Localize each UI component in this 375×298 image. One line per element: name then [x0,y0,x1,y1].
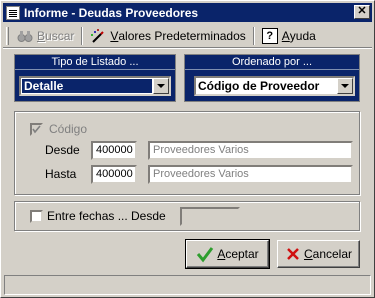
help-button[interactable]: ? Ayuda [258,26,320,46]
code-range-group: Código Desde 400000 Proveedores Varios H… [14,111,360,195]
list-type-panel: Tipo de Listado ... Detalle [14,54,176,102]
date-range-label: Entre fechas ... [47,209,128,223]
accept-mnemonic: A [217,247,226,261]
list-type-select[interactable]: Detalle [19,76,171,96]
toolbar-grip [6,26,9,45]
window-title: Informe - Deudas Proveedores [24,5,199,20]
wand-icon [91,28,105,43]
date-from-label: Desde [131,209,166,223]
chevron-down-icon[interactable] [153,78,169,94]
list-type-header: Tipo de Listado ... [15,55,175,70]
to-label: Hasta [45,167,77,181]
date-range-checkbox[interactable] [30,210,43,223]
binoculars-icon [17,30,33,42]
order-by-panel: Ordenado por ... Código de Proveedor [184,54,360,102]
list-type-value: Detalle [22,79,152,93]
search-button-mnemonic: B [37,28,46,43]
order-by-header: Ordenado por ... [185,55,359,70]
code-label: Código [49,122,88,136]
document-icon [6,5,20,20]
date-range-group: Entre fechas ... Desde [14,201,360,231]
order-by-value: Código de Proveedor [198,79,320,93]
help-label: yuda [289,28,316,43]
checkmark-icon [197,247,214,263]
toolbar-separator [252,26,255,45]
search-button-label: uscar [45,28,75,43]
accept-button[interactable]: Aceptar [185,239,270,269]
help-icon: ? [261,27,278,44]
cancel-button[interactable]: Cancelar [277,240,360,268]
default-values-label: alores Predeterminados [118,28,246,43]
x-icon [287,248,299,260]
chevron-down-icon[interactable] [337,78,353,94]
order-by-select[interactable]: Código de Proveedor [194,76,355,96]
cancel-label: ancelar [312,247,353,261]
from-supplier-name: Proveedores Varios [148,141,353,160]
date-from-input[interactable] [180,207,240,226]
default-values-mnemonic: V [110,28,119,43]
to-code-input[interactable]: 400000 [91,165,137,184]
close-button[interactable]: ✕ [354,5,370,19]
default-values-button[interactable]: Valores Predeterminados [86,26,249,46]
check-icon [32,125,41,134]
from-label: Desde [45,143,80,157]
search-button[interactable]: Buscar [13,26,78,46]
toolbar: Buscar Valores Predeterminados ? Ayuda [3,24,372,48]
code-checkbox[interactable] [30,123,43,136]
title-bar[interactable]: Informe - Deudas Proveedores ✕ [3,3,372,22]
cancel-mnemonic: C [303,247,313,261]
accept-label: ceptar [225,247,259,261]
from-code-input[interactable]: 400000 [91,141,137,160]
report-dialog: Informe - Deudas Proveedores ✕ Buscar Va… [0,0,375,298]
to-supplier-name: Proveedores Varios [148,165,353,184]
toolbar-separator [81,26,84,45]
help-mnemonic: A [281,28,290,43]
status-bar [4,275,371,295]
